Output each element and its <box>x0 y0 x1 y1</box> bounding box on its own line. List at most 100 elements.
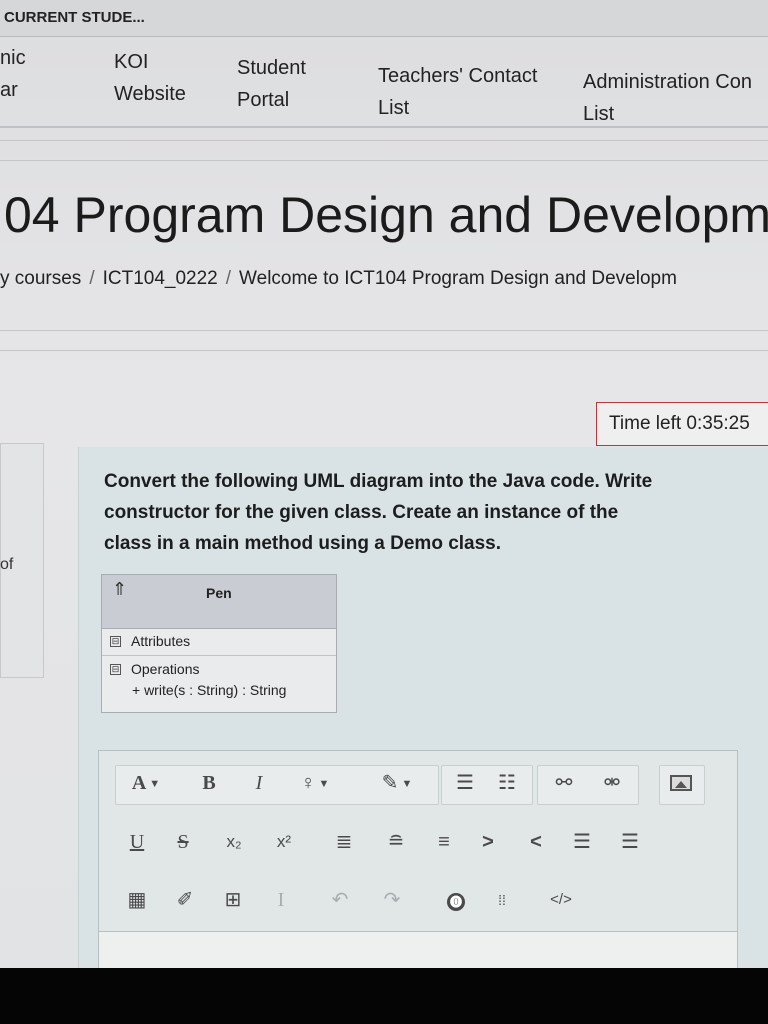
align-left-icon: ≣ <box>335 831 353 853</box>
font-icon: A <box>131 772 147 794</box>
toolbar-group-media <box>659 765 705 805</box>
text-cursor-icon: I <box>277 889 285 911</box>
toolbar-group-format: A ▼ B I ♀ ▼ ✎ ▼ <box>115 765 439 805</box>
more-button[interactable]: ⁞⁞ <box>485 883 519 917</box>
uml-operation: + write(s : String) : String <box>132 682 287 698</box>
table-button[interactable]: ⊞ <box>219 883 247 917</box>
breadcrumb-welcome-page[interactable]: Welcome to ICT104 Program Design and Dev… <box>239 268 677 289</box>
nav-item-label: Portal <box>237 89 290 111</box>
toolbar-group-links: ⚯ ⚮ <box>537 765 639 805</box>
align-right-icon: ≡ <box>438 831 450 853</box>
text-color-button[interactable]: ✎ ▼ <box>372 766 422 800</box>
nav-item-koi-website[interactable]: KOI Website <box>114 46 186 110</box>
outdent-icon: < <box>530 831 542 853</box>
nav-item-label: Teachers' Contact <box>378 65 538 87</box>
uml-operations-label: Operations <box>131 661 200 677</box>
highlight-button[interactable]: ♀ ▼ <box>290 766 340 800</box>
nav-item-label: nic <box>0 47 26 69</box>
collapse-chevron-icon: ⇑ <box>112 579 128 599</box>
uml-attributes-section: ⊟ Attributes <box>102 628 336 656</box>
breadcrumb: y courses / ICT104_0222 / Welcome to ICT104 … <box>0 268 677 290</box>
nav-item-label: Website <box>114 83 186 105</box>
numbered-list-button[interactable]: ☷ <box>490 766 524 800</box>
insert-image-button[interactable] <box>660 766 704 800</box>
undo-button[interactable]: ↶ <box>327 883 353 917</box>
uml-class-name: Pen <box>206 585 232 601</box>
question-line: constructor for the given class. Create … <box>104 502 619 523</box>
undo-icon: ↶ <box>331 889 349 911</box>
strikethrough-button[interactable]: S <box>171 825 195 859</box>
dots-icon: ⁞⁞ <box>498 892 506 908</box>
subscript-button[interactable]: x₂ <box>217 825 251 859</box>
link-button[interactable]: ⚯ <box>546 766 582 800</box>
nav-item-administration-contact-list[interactable]: Administration Con List <box>583 66 752 130</box>
unlink-button[interactable]: ⚮ <box>594 766 630 800</box>
breadcrumb-my-courses[interactable]: y courses <box>0 268 81 289</box>
nav-item-label: ar <box>0 79 18 101</box>
time-left-timer: Time left 0:35:25 <box>596 402 768 446</box>
underline-icon: U <box>129 831 145 853</box>
divider <box>0 330 768 331</box>
edit-button[interactable]: ✐ <box>171 883 199 917</box>
clear-formatting-button[interactable]: I <box>267 883 295 917</box>
equation-button[interactable]: ▦ <box>123 883 151 917</box>
top-bar: CURRENT STUDE... <box>0 0 768 37</box>
list-style-button[interactable]: ☰ <box>615 825 645 859</box>
accessibility-checker-button[interactable]: ⓿ <box>439 883 473 917</box>
indent-icon: > <box>482 831 494 853</box>
indent-button[interactable]: > <box>475 825 501 859</box>
nav-item-label: Administration Con <box>583 71 752 93</box>
align-right-button[interactable]: ≡ <box>429 825 459 859</box>
superscript-button[interactable]: x² <box>267 825 301 859</box>
question-of-label: of <box>0 556 14 573</box>
site-title[interactable]: CURRENT STUDE... <box>4 9 145 26</box>
numbered-list-icon: ☷ <box>498 772 516 794</box>
nav-item-academic-calendar[interactable]: nic ar <box>0 42 26 106</box>
redo-button[interactable]: ↷ <box>379 883 405 917</box>
answer-editor: A ▼ B I ♀ ▼ ✎ ▼ ☰ ☷ ⚯ ⚮ U S x₂ x² ≣ ≘ ≡ > <… <box>98 750 738 968</box>
font-size-button[interactable]: A ▼ <box>124 766 168 800</box>
breadcrumb-course[interactable]: ICT104_0222 <box>103 268 218 289</box>
page-title: 04 Program Design and Developm <box>4 187 768 243</box>
divider <box>0 350 768 351</box>
html-source-button[interactable]: </> <box>539 883 583 917</box>
calculator-icon: ▦ <box>127 889 147 911</box>
nav-item-student-portal[interactable]: Student Portal <box>237 52 306 116</box>
strikethrough-icon: S <box>177 831 189 853</box>
browser-screen: CURRENT STUDE... nic ar KOI Website Stud… <box>0 0 768 968</box>
uml-operations-section: ⊟ Operations <box>102 656 336 683</box>
align-center-icon: ≘ <box>387 831 405 853</box>
outdent-button[interactable]: < <box>523 825 549 859</box>
nav-item-label: Student <box>237 57 306 79</box>
align-center-button[interactable]: ≘ <box>381 825 411 859</box>
divider <box>0 140 768 141</box>
question-text: Convert the following UML diagram into t… <box>104 466 734 559</box>
superscript-icon: x² <box>276 832 292 851</box>
toolbar-group-lists: ☰ ☷ <box>441 765 533 805</box>
nav-item-teachers-contact-list[interactable]: Teachers' Contact List <box>378 60 537 124</box>
collapse-box-icon: ⊟ <box>110 664 121 675</box>
uml-attributes-label: Attributes <box>131 633 191 649</box>
breadcrumb-separator: / <box>225 268 232 289</box>
divider <box>0 160 768 161</box>
nav-item-label: List <box>583 103 615 125</box>
uml-class-diagram: ⇑ Pen ⊟ Attributes ⊟ Operations + write(… <box>101 574 337 713</box>
nav-item-label: KOI <box>114 51 149 73</box>
link-icon: ⚯ <box>555 772 573 794</box>
bullet-list-button[interactable]: ☰ <box>448 766 482 800</box>
list-icon: ☰ <box>621 831 639 853</box>
unlink-icon: ⚮ <box>603 772 621 794</box>
answer-text-area[interactable] <box>99 931 737 968</box>
image-icon <box>670 775 692 791</box>
italic-icon: I <box>255 772 263 794</box>
main-nav: nic ar KOI Website Student Portal Teache… <box>0 40 768 128</box>
italic-button[interactable]: I <box>246 766 272 800</box>
underline-button[interactable]: U <box>125 825 149 859</box>
bold-icon: B <box>202 772 216 794</box>
question-line: Convert the following UML diagram into t… <box>104 471 653 492</box>
nav-item-label: List <box>378 97 410 119</box>
bold-button[interactable]: B <box>194 766 224 800</box>
align-left-button[interactable]: ≣ <box>329 825 359 859</box>
list-style-button[interactable]: ☰ <box>567 825 597 859</box>
table-icon: ⊞ <box>224 889 242 911</box>
